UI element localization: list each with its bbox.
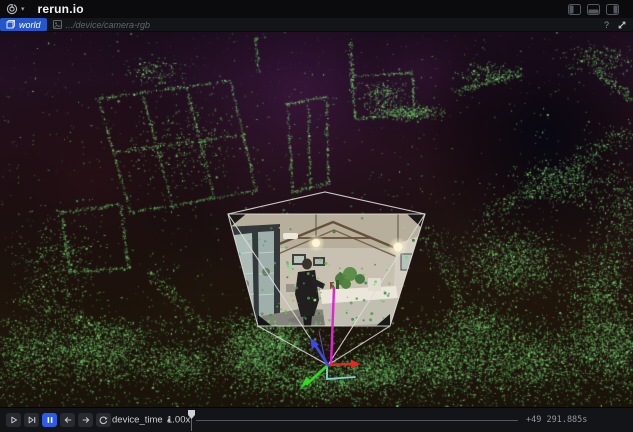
timeline-track[interactable] <box>196 420 518 421</box>
menu-caret-icon: ▾ <box>21 6 25 13</box>
tab-world-label: world <box>19 20 41 30</box>
tab-world[interactable]: world <box>0 18 47 31</box>
image-icon <box>53 20 62 29</box>
panel-toggle-group <box>568 4 619 15</box>
timeline-name-label: device_time <box>112 415 163 426</box>
tab-bar: world .../device/camera-rgb ? <box>0 18 633 32</box>
toggle-right-panel-icon[interactable] <box>606 4 619 15</box>
step-back-button[interactable] <box>60 413 75 427</box>
app-title: rerun.io <box>38 2 84 16</box>
toggle-left-panel-icon[interactable] <box>568 4 581 15</box>
tab-camera-rgb-label: .../device/camera-rgb <box>66 20 151 30</box>
time-panel: device_time ▲ 1.00x +49 291.885s <box>0 407 633 432</box>
pointcloud-canvas[interactable] <box>0 32 633 407</box>
timeline-selector[interactable]: device_time ▲ <box>112 415 172 426</box>
expand-view-icon[interactable] <box>617 20 627 30</box>
toggle-bottom-panel-icon[interactable] <box>587 4 600 15</box>
spaceview-3d-icon <box>6 20 15 29</box>
pause-button[interactable] <box>42 413 57 427</box>
help-button[interactable]: ? <box>604 20 609 30</box>
3d-viewport[interactable] <box>0 32 633 407</box>
play-button[interactable] <box>6 413 21 427</box>
follow-latest-button[interactable] <box>24 413 39 427</box>
time-cursor-line <box>191 418 192 431</box>
playback-speed[interactable]: 1.00x <box>167 415 190 426</box>
rerun-logo-icon <box>6 3 18 15</box>
tab-camera-rgb[interactable]: .../device/camera-rgb <box>47 18 157 31</box>
app-menu-button[interactable]: ▾ <box>6 3 25 15</box>
playback-controls <box>6 413 111 427</box>
loop-button[interactable] <box>96 413 111 427</box>
tabbar-right-tools: ? <box>604 18 627 31</box>
step-forward-button[interactable] <box>78 413 93 427</box>
timeline-end-time: +49 291.885s <box>526 415 587 425</box>
top-bar: ▾ rerun.io <box>0 0 633 18</box>
rerun-viewer-window: ▾ rerun.io world <box>0 0 633 432</box>
